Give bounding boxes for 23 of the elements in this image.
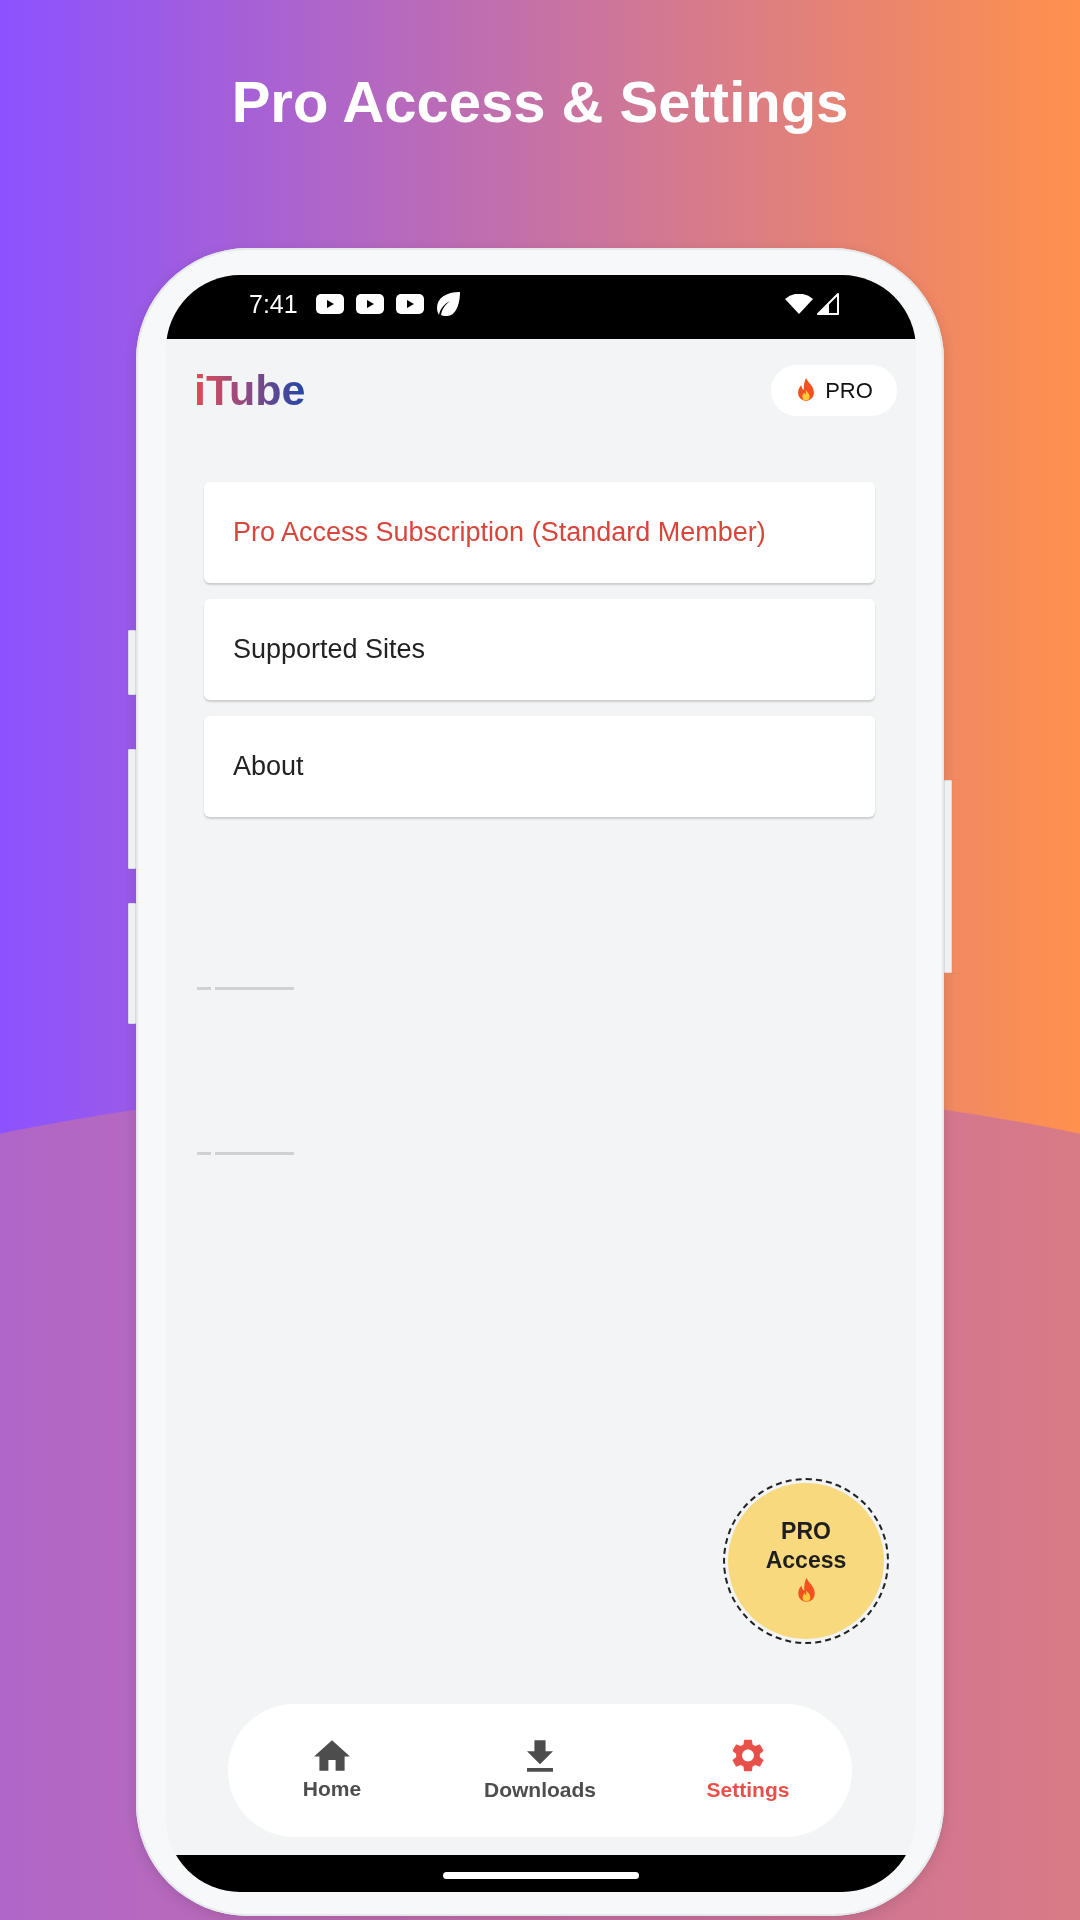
menu-item[interactable]: About bbox=[204, 716, 875, 817]
side-button[interactable] bbox=[944, 780, 952, 973]
download-icon bbox=[527, 1739, 553, 1772]
play-icon bbox=[315, 294, 344, 314]
signal-icon bbox=[817, 293, 839, 315]
leaf-icon bbox=[435, 292, 460, 316]
pro-badge[interactable]: PRO bbox=[771, 365, 897, 416]
play-icon bbox=[395, 294, 424, 314]
nav-tab[interactable]: Downloads bbox=[474, 1735, 606, 1806]
settings-icon bbox=[732, 1739, 764, 1772]
nav-tab[interactable]: Home bbox=[292, 1736, 372, 1805]
menu-item[interactable]: Supported Sites bbox=[204, 599, 875, 700]
side-button[interactable] bbox=[128, 630, 136, 695]
page-title: Pro Access & Settings bbox=[231, 68, 849, 136]
side-button[interactable] bbox=[128, 903, 136, 1024]
play-icon bbox=[355, 294, 384, 314]
nav-tab[interactable]: Settings bbox=[696, 1735, 800, 1806]
status-time: 7:41 bbox=[249, 289, 298, 319]
side-button[interactable] bbox=[128, 749, 136, 869]
wifi-icon bbox=[785, 294, 813, 314]
home-icon bbox=[314, 1740, 350, 1771]
pro-access-button[interactable]: PRO Access bbox=[723, 1478, 889, 1644]
menu-item[interactable]: Pro Access Subscription (Standard Member) bbox=[204, 482, 875, 583]
